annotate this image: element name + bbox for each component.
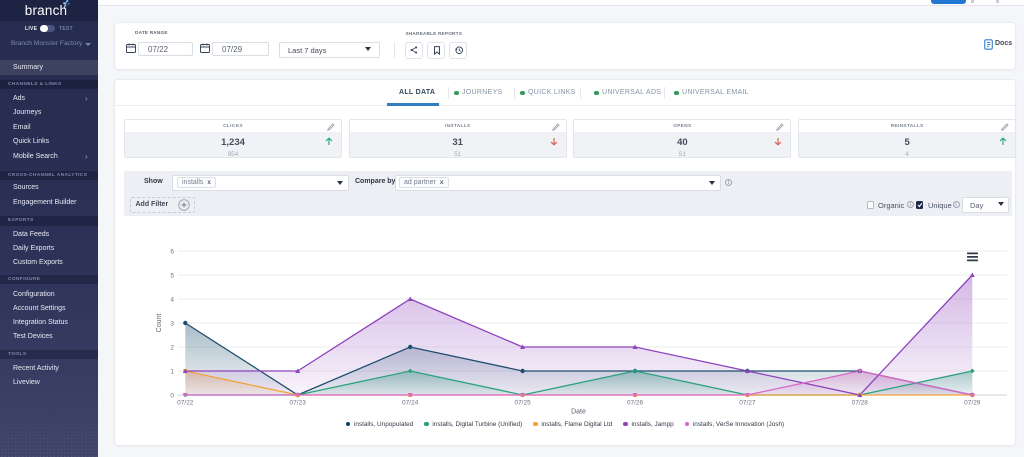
svg-text:1: 1 xyxy=(170,369,174,376)
svg-text:4: 4 xyxy=(170,297,174,304)
svg-text:07/29: 07/29 xyxy=(964,400,981,407)
svg-text:07/27: 07/27 xyxy=(739,400,756,407)
svg-text:0: 0 xyxy=(170,393,174,400)
svg-text:07/26: 07/26 xyxy=(627,400,644,407)
svg-text:07/22: 07/22 xyxy=(177,400,194,407)
svg-text:5: 5 xyxy=(170,273,174,280)
svg-text:07/23: 07/23 xyxy=(290,400,307,407)
svg-text:07/28: 07/28 xyxy=(852,400,869,407)
svg-text:Date: Date xyxy=(571,409,586,416)
svg-text:2: 2 xyxy=(170,345,174,352)
svg-text:6: 6 xyxy=(170,249,174,256)
svg-text:07/24: 07/24 xyxy=(402,400,419,407)
svg-text:07/25: 07/25 xyxy=(514,400,531,407)
svg-text:3: 3 xyxy=(170,321,174,328)
svg-text:Count: Count xyxy=(156,314,163,333)
